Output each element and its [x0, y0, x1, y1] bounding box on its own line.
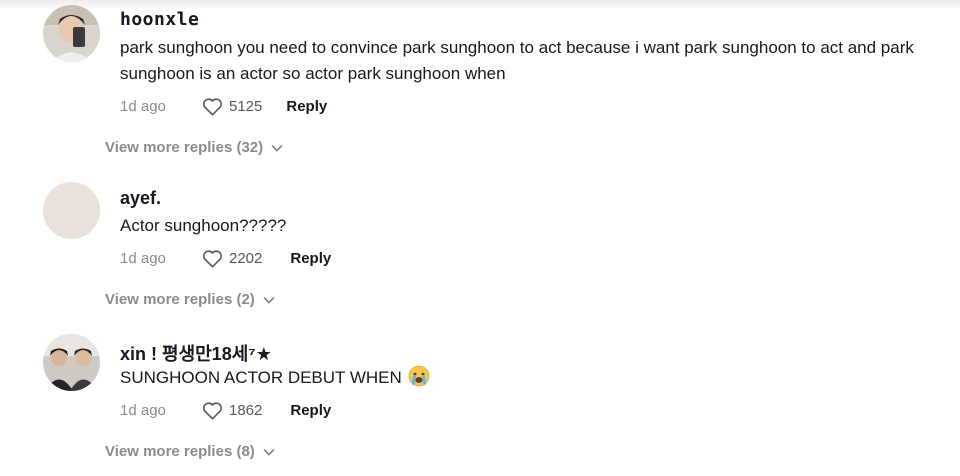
- avatar[interactable]: [43, 5, 100, 62]
- heart-outline-icon: [203, 249, 222, 267]
- chevron-down-icon: [263, 448, 275, 456]
- view-more-replies[interactable]: View more replies (2): [105, 291, 275, 308]
- comment-text: SUNGHOON ACTOR DEBUT WHEN: [120, 365, 950, 395]
- comment-username[interactable]: xin ! 평생만18세⁷★: [120, 340, 272, 366]
- comment-time: 1d ago: [120, 249, 166, 267]
- comment-time: 1d ago: [120, 401, 166, 419]
- avatar[interactable]: [43, 334, 100, 391]
- comment-meta: 1d ago 5125 Reply: [120, 95, 327, 117]
- comment-text: Actor sunghoon?????: [120, 216, 287, 235]
- chevron-down-icon: [263, 296, 275, 304]
- comment-username[interactable]: hoonxle: [120, 9, 199, 30]
- like-count: 1862: [229, 401, 263, 419]
- reply-button[interactable]: Reply: [290, 250, 331, 267]
- like-count: 5125: [229, 97, 263, 115]
- reply-button[interactable]: Reply: [286, 98, 327, 115]
- comment-username[interactable]: ayef.: [120, 188, 161, 209]
- avatar[interactable]: [43, 182, 100, 239]
- view-more-label: View more replies (32): [105, 139, 264, 156]
- view-more-replies[interactable]: View more replies (32): [105, 139, 283, 156]
- comment-meta: 1d ago 1862 Reply: [120, 399, 331, 421]
- comment-meta: 1d ago 2202 Reply: [120, 247, 331, 269]
- heart-outline-icon: [203, 401, 222, 419]
- like-button[interactable]: 5125: [202, 97, 262, 116]
- chevron-down-icon: [271, 144, 283, 152]
- like-button[interactable]: 2202: [202, 249, 262, 268]
- crying-face-emoji: [408, 365, 430, 395]
- view-more-label: View more replies (2): [105, 291, 255, 308]
- view-more-replies[interactable]: View more replies (8): [105, 443, 275, 460]
- reply-button[interactable]: Reply: [290, 402, 331, 419]
- heart-outline-icon: [203, 97, 222, 115]
- comment-text: park sunghoon you need to convince park …: [120, 38, 914, 83]
- like-button[interactable]: 1862: [202, 401, 262, 420]
- comment-text-body: SUNGHOON ACTOR DEBUT WHEN: [120, 368, 402, 387]
- like-count: 2202: [229, 249, 263, 267]
- view-more-label: View more replies (8): [105, 443, 255, 460]
- comment-time: 1d ago: [120, 97, 166, 115]
